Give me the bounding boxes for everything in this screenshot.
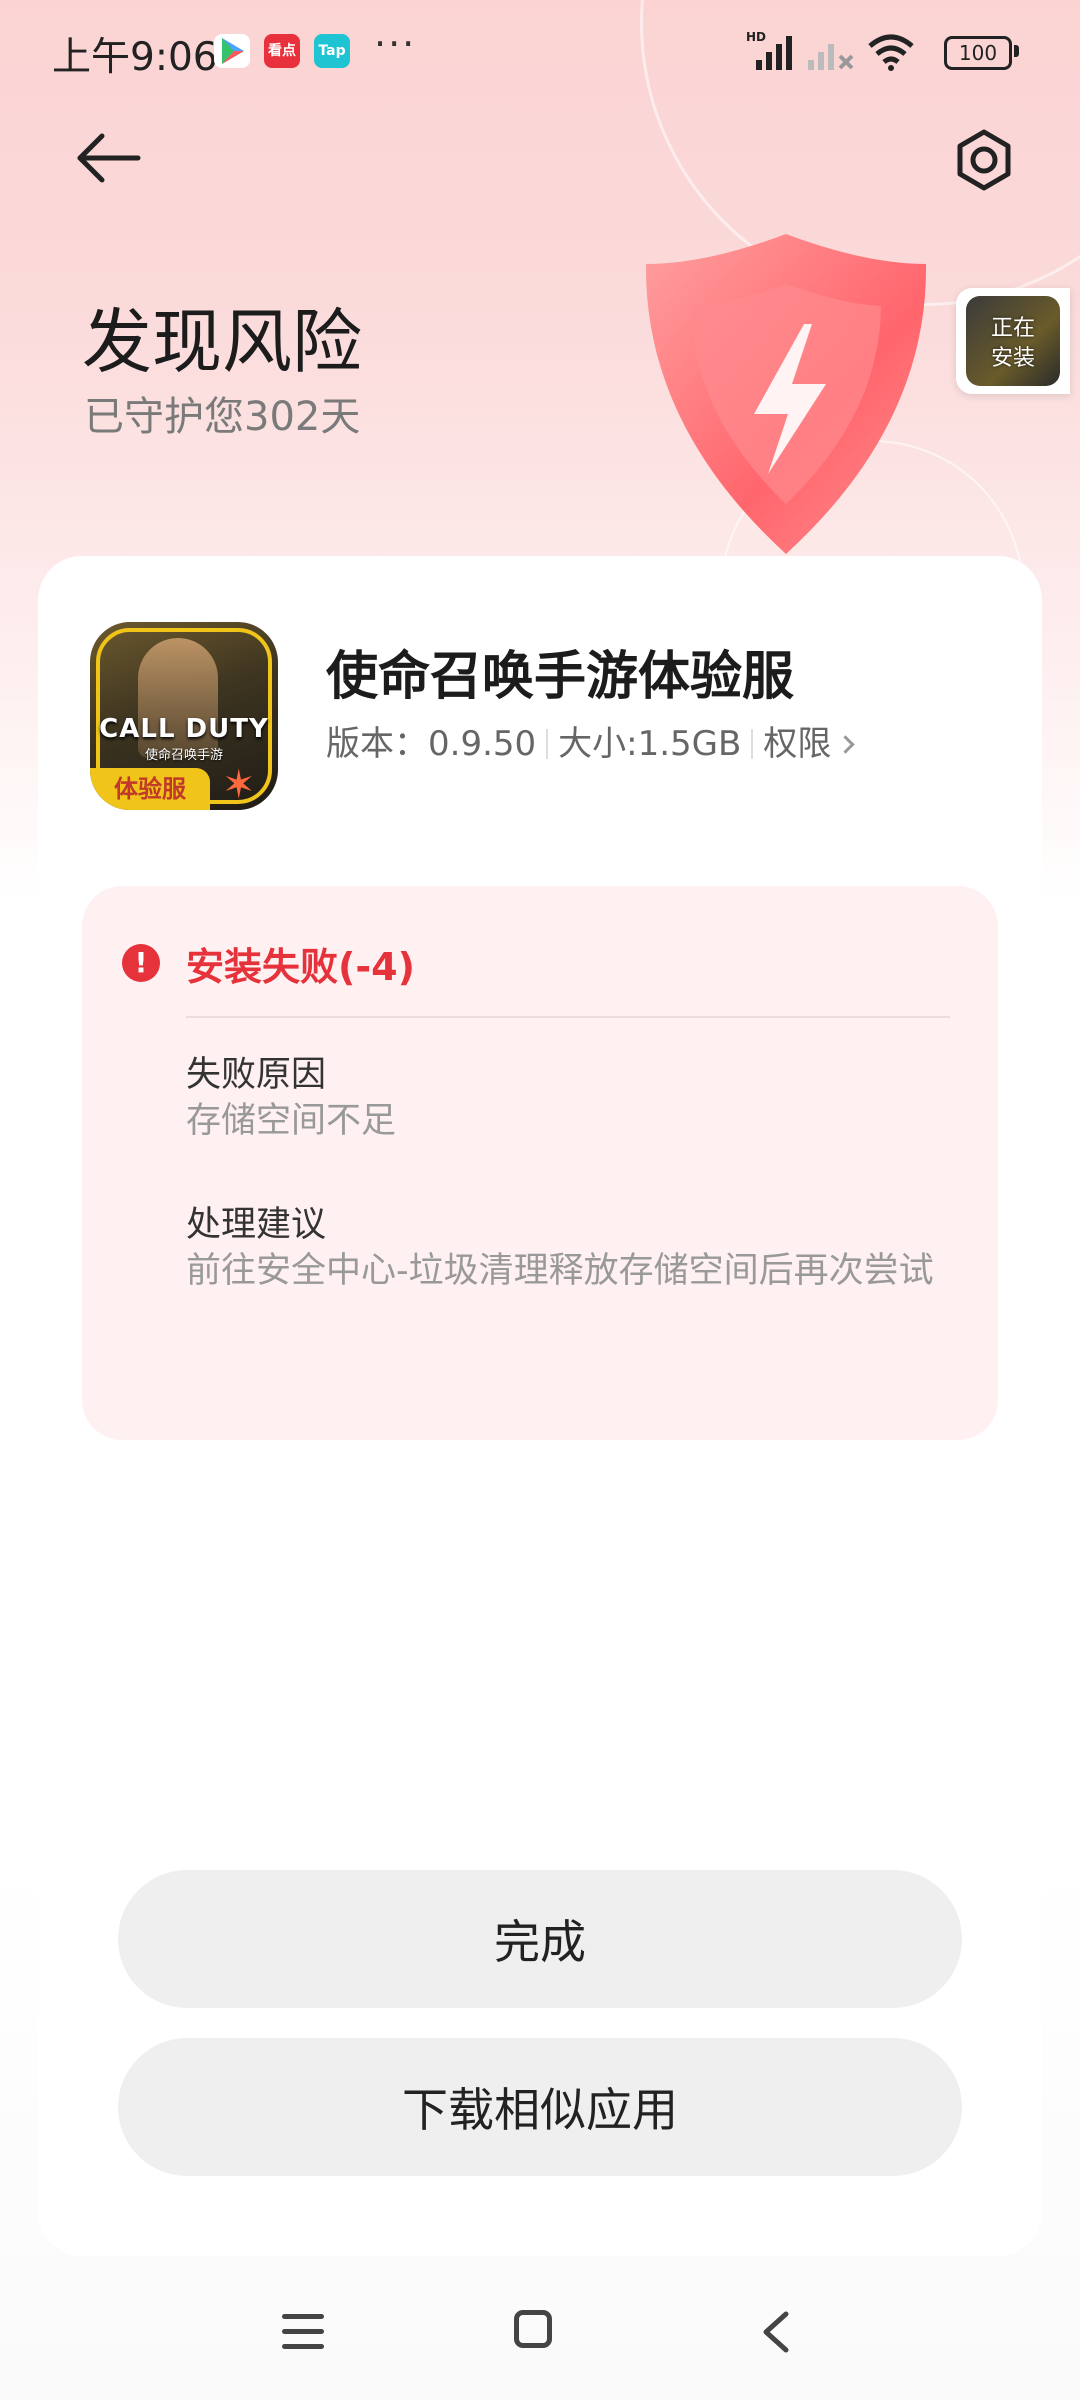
- logo-star-icon: ✶: [222, 762, 256, 808]
- app-meta-row: 版本：0.9.50 大小:1.5GB 权限: [326, 716, 856, 765]
- page-title: 发现风险: [82, 301, 362, 383]
- nav-recents-button[interactable]: [282, 2314, 324, 2350]
- back-button[interactable]: [72, 124, 152, 194]
- permissions-link[interactable]: 权限: [763, 724, 856, 764]
- network-type-label: HD: [746, 30, 766, 44]
- install-error-panel: ! 安装失败(-4) 失败原因 存储空间不足 处理建议 前往安全中心-垃圾清理释…: [82, 886, 998, 1440]
- protection-days-text: 已守护您302天: [84, 394, 361, 440]
- signal-no-service-icon: [808, 44, 854, 70]
- logo-subtitle-text: 使命召唤手游: [144, 748, 223, 763]
- gear-icon: [957, 129, 1011, 191]
- chevron-left-icon: [763, 2311, 789, 2353]
- menu-line: [282, 2314, 324, 2319]
- app-version: 版本：0.9.50: [326, 724, 537, 764]
- kandian-icon: 看点: [264, 34, 300, 68]
- tap-icon: Tap: [314, 34, 350, 68]
- meta-divider: [751, 729, 754, 759]
- app-logo: CALL DUTY 使命召唤手游 体验服 ✶: [90, 622, 278, 810]
- logo-title-text: CALL DUTY: [99, 714, 269, 744]
- install-failed-title: 安装失败(-4): [186, 945, 415, 989]
- nav-home-button[interactable]: [514, 2310, 552, 2348]
- installing-label: 正在 安装: [990, 316, 1035, 371]
- suggestion-value: 前往安全中心-垃圾清理释放存储空间后再次尝试: [186, 1251, 934, 1291]
- battery-icon: 100: [944, 36, 1012, 70]
- security-install-result-screen: 上午9:06 看点 Tap ··· HD 100 发现风险 已守护您302天 正…: [0, 0, 1080, 2400]
- menu-line: [282, 2329, 324, 2334]
- arrow-left-icon: [77, 133, 141, 183]
- error-alert-icon: !: [122, 944, 160, 982]
- permissions-label: 权限: [763, 724, 832, 764]
- more-notifications-icon: ···: [374, 22, 417, 66]
- suggestion-label: 处理建议: [186, 1205, 327, 1245]
- app-name: 使命召唤手游体验服: [326, 647, 795, 707]
- failure-reason-value: 存储空间不足: [186, 1101, 397, 1141]
- nav-back-button[interactable]: [756, 2310, 796, 2354]
- menu-line: [282, 2344, 324, 2349]
- status-time: 上午9:06: [52, 35, 218, 80]
- shield-lightning-icon: [645, 234, 927, 554]
- failure-reason-label: 失败原因: [186, 1055, 327, 1095]
- error-divider: [186, 1016, 950, 1018]
- status-bar: 上午9:06 看点 Tap ··· HD 100: [0, 0, 1080, 104]
- chevron-right-icon: [836, 735, 856, 754]
- download-similar-apps-button[interactable]: 下载相似应用: [118, 2038, 962, 2176]
- installing-app-thumbnail: 正在 安装: [966, 296, 1060, 386]
- signal-icon: HD: [746, 30, 792, 70]
- settings-button[interactable]: [944, 120, 1024, 200]
- meta-divider: [546, 729, 549, 759]
- logo-badge: 体验服: [90, 768, 210, 810]
- wifi-icon: [868, 34, 914, 71]
- installing-floating-badge[interactable]: 正在 安装: [956, 288, 1070, 394]
- play-store-icon: [214, 34, 250, 68]
- done-button[interactable]: 完成: [118, 1870, 962, 2008]
- app-size: 大小:1.5GB: [558, 724, 742, 764]
- battery-tip: [1014, 45, 1019, 57]
